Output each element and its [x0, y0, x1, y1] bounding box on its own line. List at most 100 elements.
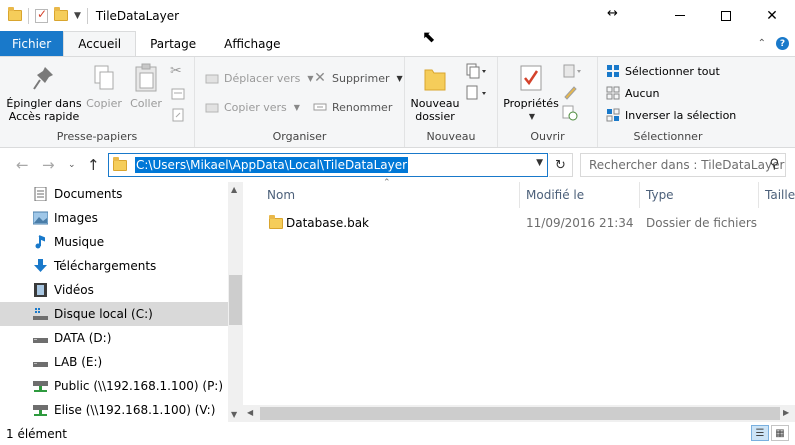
nav-item-label: Vidéos	[54, 283, 94, 297]
select-none-button[interactable]: Aucun	[606, 83, 660, 103]
maximize-button[interactable]	[703, 0, 749, 31]
copy-to-label: Copier vers	[224, 100, 287, 114]
column-name-label: Nom	[267, 188, 296, 202]
cut-icon[interactable]: ✂	[170, 61, 182, 81]
large-icons-view-icon[interactable]: ▦	[771, 425, 789, 441]
minimize-icon	[675, 15, 685, 16]
help-icon[interactable]: ?	[776, 37, 789, 50]
search-input[interactable]: Rechercher dans : TileDataLayer ⚲	[580, 153, 786, 177]
nav-item-documents[interactable]: Documents	[0, 182, 228, 206]
column-type-label: Type	[646, 188, 674, 202]
horizontal-scrollbar[interactable]: ◀ ▶	[243, 405, 795, 422]
column-name[interactable]: Nom	[261, 182, 520, 208]
new-folder-button[interactable]: Nouveau dossier	[409, 61, 461, 123]
tab-home[interactable]: Accueil	[63, 31, 137, 56]
easy-access-button[interactable]	[465, 83, 487, 103]
open-group-label: Ouvrir	[530, 130, 565, 143]
tab-view[interactable]: Affichage	[210, 31, 294, 56]
edit-button[interactable]	[562, 82, 578, 102]
close-button[interactable]: ✕	[749, 0, 795, 31]
column-type[interactable]: Type	[640, 182, 759, 208]
scroll-down-icon[interactable]: ▼	[231, 410, 237, 419]
organize-group-label: Organiser	[272, 130, 327, 143]
properties-icon[interactable]	[35, 7, 48, 23]
group-new: Nouveau dossier Nouveau	[405, 57, 498, 147]
column-size[interactable]: Taille	[759, 182, 795, 208]
nav-item-pictures[interactable]: Images	[0, 206, 228, 230]
new-folder-label-2: dossier	[415, 110, 455, 123]
new-item-button[interactable]	[465, 61, 487, 81]
nav-item-music[interactable]: Musique	[0, 230, 228, 254]
mouse-cursor-icon: ⬉	[422, 27, 436, 46]
delete-button[interactable]: ✕ Supprimer ▼	[313, 68, 403, 88]
column-size-label: Taille	[765, 188, 795, 202]
column-modified[interactable]: Modifié le	[520, 182, 640, 208]
copy-label: Copier	[86, 97, 122, 110]
nav-item-data-d[interactable]: DATA (D:)	[0, 326, 228, 350]
horizontal-scrollbar-thumb[interactable]	[260, 407, 780, 420]
copy-button[interactable]: Copier	[84, 61, 124, 110]
history-button[interactable]	[562, 103, 578, 123]
nav-item-downloads[interactable]: Téléchargements	[0, 254, 228, 278]
new-folder-icon	[424, 69, 446, 91]
rename-button[interactable]: Renommer	[313, 97, 392, 117]
drive-icon	[33, 338, 48, 343]
forward-arrow-icon[interactable]: →	[42, 156, 55, 174]
delete-dropdown-icon: ▼	[396, 73, 403, 83]
select-group-label: Sélectionner	[633, 130, 703, 143]
nav-item-elise-v[interactable]: Elise (\\192.168.1.100) (V:)	[0, 398, 228, 422]
invert-selection-button[interactable]: Inverser la sélection	[606, 105, 736, 125]
back-arrow-icon[interactable]: ←	[16, 156, 29, 174]
ribbon: Épingler dans Accès rapide Copier Coller	[0, 56, 795, 148]
recent-locations-icon[interactable]: ⌄	[68, 160, 76, 170]
up-arrow-icon[interactable]: ↑	[87, 156, 100, 174]
pictures-icon	[33, 211, 48, 225]
address-path[interactable]: C:\Users\Mikael\AppData\Local\TileDataLa…	[135, 157, 409, 173]
refresh-icon: ↻	[555, 157, 566, 173]
copy-to-button[interactable]: Copier vers ▼	[205, 97, 300, 117]
copy-path-icon[interactable]	[171, 84, 185, 104]
customize-qat-icon[interactable]: ▼	[74, 11, 81, 21]
nav-item-videos[interactable]: Vidéos	[0, 278, 228, 302]
ribbon-tabs: Fichier Accueil Partage Affichage ⌃ ?	[0, 31, 795, 56]
nav-item-label: Public (\\192.168.1.100) (P:)	[54, 379, 224, 393]
refresh-button[interactable]: ↻	[549, 153, 573, 177]
select-all-button[interactable]: Sélectionner tout	[606, 61, 720, 81]
tab-file[interactable]: Fichier	[0, 31, 64, 56]
details-view-icon[interactable]: ☰	[751, 425, 769, 441]
title-bar: ▼ TileDataLayer ↔ ✕	[0, 0, 795, 31]
address-dropdown-icon[interactable]: ▼	[536, 158, 543, 168]
nav-scrollbar-thumb[interactable]	[229, 275, 242, 325]
scroll-up-icon[interactable]: ▲	[231, 185, 237, 194]
history-icon	[562, 105, 578, 121]
collapse-ribbon-icon[interactable]: ⌃	[758, 38, 766, 49]
address-bar[interactable]: C:\Users\Mikael\AppData\Local\TileDataLa…	[108, 153, 548, 177]
nav-scrollbar[interactable]: ▲ ▼	[228, 182, 243, 422]
nav-item-label: DATA (D:)	[54, 331, 112, 345]
open-button[interactable]	[562, 61, 582, 81]
paste-button[interactable]: Coller	[126, 61, 166, 110]
new-group-label: Nouveau	[426, 130, 476, 143]
properties-button[interactable]: Propriétés ▼	[502, 61, 560, 123]
properties-dropdown-icon: ▼	[528, 112, 536, 121]
nav-item-public-p[interactable]: Public (\\192.168.1.100) (P:)	[0, 374, 228, 398]
minimize-button[interactable]	[657, 0, 703, 31]
folder-icon	[8, 7, 22, 21]
nav-item-lab-e[interactable]: LAB (E:)	[0, 350, 228, 374]
paste-label: Coller	[130, 97, 162, 110]
search-icon[interactable]: ⚲	[769, 157, 779, 172]
scroll-left-icon[interactable]: ◀	[247, 408, 253, 417]
paste-shortcut-icon[interactable]	[171, 105, 185, 125]
qat-separator	[86, 7, 88, 24]
move-to-label: Déplacer vers	[224, 71, 301, 85]
tab-share[interactable]: Partage	[136, 31, 210, 56]
invert-selection-label: Inverser la sélection	[625, 108, 737, 122]
move-to-button[interactable]: Déplacer vers ▼	[205, 68, 314, 88]
nav-item-local-disk-c[interactable]: Disque local (C:)	[0, 302, 228, 326]
file-row[interactable]: Database.bak 11/09/2016 21:34 Dossier de…	[263, 212, 783, 234]
pin-quick-access-button[interactable]: Épingler dans Accès rapide	[6, 61, 82, 123]
new-folder-icon[interactable]	[54, 7, 68, 21]
scroll-right-icon[interactable]: ▶	[783, 408, 789, 417]
maximize-icon	[721, 10, 731, 21]
new-folder-label-1: Nouveau	[410, 97, 460, 110]
